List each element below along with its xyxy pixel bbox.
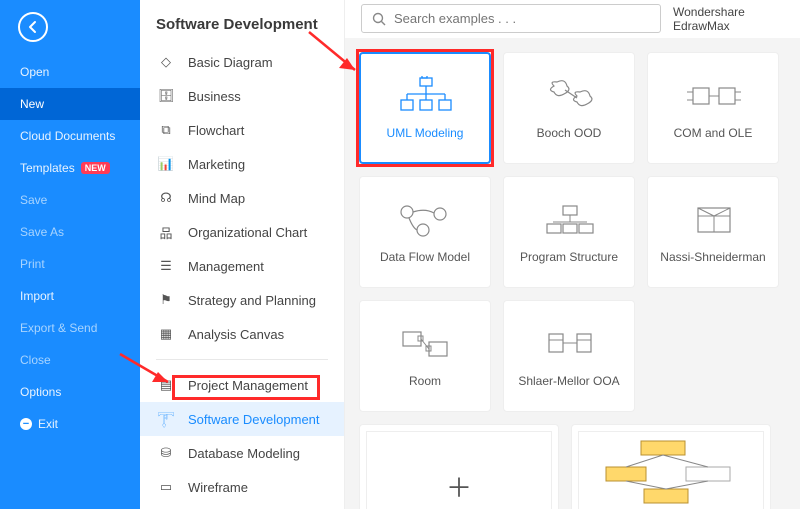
room-icon bbox=[395, 324, 455, 364]
nav-exit-label: Exit bbox=[38, 417, 58, 431]
search-input[interactable] bbox=[394, 11, 650, 26]
tile-nassi-shneiderman[interactable]: Nassi-Shneiderman bbox=[647, 176, 779, 288]
cat-software-development[interactable]: 𓇱Software Development bbox=[140, 402, 344, 436]
cat-flowchart[interactable]: ⧉Flowchart bbox=[140, 113, 344, 147]
topbar: Wondershare EdrawMax bbox=[345, 0, 800, 38]
briefcase-icon: 🗄 bbox=[156, 87, 176, 105]
tile-label: Nassi-Shneiderman bbox=[654, 250, 771, 264]
canvas-icon: ▦ bbox=[156, 325, 176, 343]
com-ole-icon bbox=[683, 76, 743, 116]
tile-label: Program Structure bbox=[514, 250, 624, 264]
management-icon: ☰ bbox=[156, 257, 176, 275]
tile-label: Data Flow Model bbox=[374, 250, 476, 264]
tile-label: UML Modeling bbox=[381, 126, 470, 140]
tile-program-structure[interactable]: Program Structure bbox=[503, 176, 635, 288]
tile-com-ole[interactable]: COM and OLE bbox=[647, 52, 779, 164]
orgchart-icon: 品 bbox=[156, 223, 176, 241]
database-icon: ⛁ bbox=[156, 444, 176, 462]
progstruct-icon bbox=[539, 200, 599, 240]
tile-label: Room bbox=[403, 374, 447, 388]
tile-booch-ood[interactable]: Booch OOD bbox=[503, 52, 635, 164]
flowchart-icon: ⧉ bbox=[156, 121, 176, 139]
wireframe-icon: ▭ bbox=[156, 478, 176, 496]
tile-room[interactable]: Room bbox=[359, 300, 491, 412]
category-header: Software Development bbox=[140, 0, 344, 45]
example-hotel-reservation[interactable]: Hotel Reservation System bbox=[571, 424, 771, 509]
uml-icon bbox=[395, 76, 455, 116]
nassi-icon bbox=[683, 200, 743, 240]
cat-business[interactable]: 🗄Business bbox=[140, 79, 344, 113]
main-panel: Wondershare EdrawMax UML Modeling Booch … bbox=[345, 0, 800, 509]
tile-label: Shlaer-Mellor OOA bbox=[512, 374, 625, 388]
nav-save-as[interactable]: Save As bbox=[0, 216, 140, 248]
dataflow-icon bbox=[395, 200, 455, 240]
nav-templates-label: Templates bbox=[20, 161, 75, 175]
booch-icon bbox=[539, 76, 599, 116]
file-sidebar: Open New Cloud Documents Templates NEW S… bbox=[0, 0, 140, 509]
search-icon bbox=[372, 12, 386, 26]
cat-strategy[interactable]: ⚑Strategy and Planning bbox=[140, 283, 344, 317]
blank-thumb: ＋ bbox=[366, 431, 552, 509]
cat-marketing[interactable]: 📊Marketing bbox=[140, 147, 344, 181]
nav-import[interactable]: Import bbox=[0, 280, 140, 312]
nav-new[interactable]: New bbox=[0, 88, 140, 120]
badge-new: NEW bbox=[81, 162, 110, 174]
chart-icon: 📊 bbox=[156, 155, 176, 173]
nav-export-send[interactable]: Export & Send bbox=[0, 312, 140, 344]
category-separator bbox=[156, 359, 328, 360]
nav-close[interactable]: Close bbox=[0, 344, 140, 376]
nav-exit[interactable]: − Exit bbox=[0, 408, 140, 440]
strategy-icon: ⚑ bbox=[156, 291, 176, 309]
shlaer-icon bbox=[539, 324, 599, 364]
nav-options[interactable]: Options bbox=[0, 376, 140, 408]
tile-shlaer-mellor[interactable]: Shlaer-Mellor OOA bbox=[503, 300, 635, 412]
nav-print[interactable]: Print bbox=[0, 248, 140, 280]
cat-mindmap[interactable]: ☊Mind Map bbox=[140, 181, 344, 215]
minus-icon: − bbox=[20, 418, 32, 430]
cat-database-modeling[interactable]: ⛁Database Modeling bbox=[140, 436, 344, 470]
basic-icon: ◇ bbox=[156, 53, 176, 71]
nav-cloud-documents[interactable]: Cloud Documents bbox=[0, 120, 140, 152]
example-blank[interactable]: ＋ bbox=[359, 424, 559, 509]
brand-label: Wondershare EdrawMax bbox=[673, 5, 784, 33]
cat-basic-diagram[interactable]: ◇Basic Diagram bbox=[140, 45, 344, 79]
tile-label: Booch OOD bbox=[531, 126, 608, 140]
nav-templates[interactable]: Templates NEW bbox=[0, 152, 140, 184]
nav-save[interactable]: Save bbox=[0, 184, 140, 216]
nav-open[interactable]: Open bbox=[0, 56, 140, 88]
category-sidebar: Software Development ◇Basic Diagram 🗄Bus… bbox=[140, 0, 345, 509]
cat-wireframe[interactable]: ▭Wireframe bbox=[140, 470, 344, 504]
cat-orgchart[interactable]: 品Organizational Chart bbox=[140, 215, 344, 249]
cat-analysis[interactable]: ▦Analysis Canvas bbox=[140, 317, 344, 351]
hotel-thumb bbox=[578, 431, 764, 509]
back-button[interactable] bbox=[18, 12, 48, 42]
mindmap-icon: ☊ bbox=[156, 189, 176, 207]
software-icon: 𓇱 bbox=[156, 410, 176, 428]
cat-management[interactable]: ☰Management bbox=[140, 249, 344, 283]
cat-project-management[interactable]: ▤Project Management bbox=[140, 368, 344, 402]
template-grid: UML Modeling Booch OOD COM and OLE Data … bbox=[345, 38, 800, 509]
cat-network[interactable]: ✲Network bbox=[140, 504, 344, 509]
tile-label: COM and OLE bbox=[668, 126, 759, 140]
gantt-icon: ▤ bbox=[156, 376, 176, 394]
tile-uml-modeling[interactable]: UML Modeling bbox=[359, 52, 491, 164]
search-box[interactable] bbox=[361, 4, 661, 33]
tile-data-flow[interactable]: Data Flow Model bbox=[359, 176, 491, 288]
